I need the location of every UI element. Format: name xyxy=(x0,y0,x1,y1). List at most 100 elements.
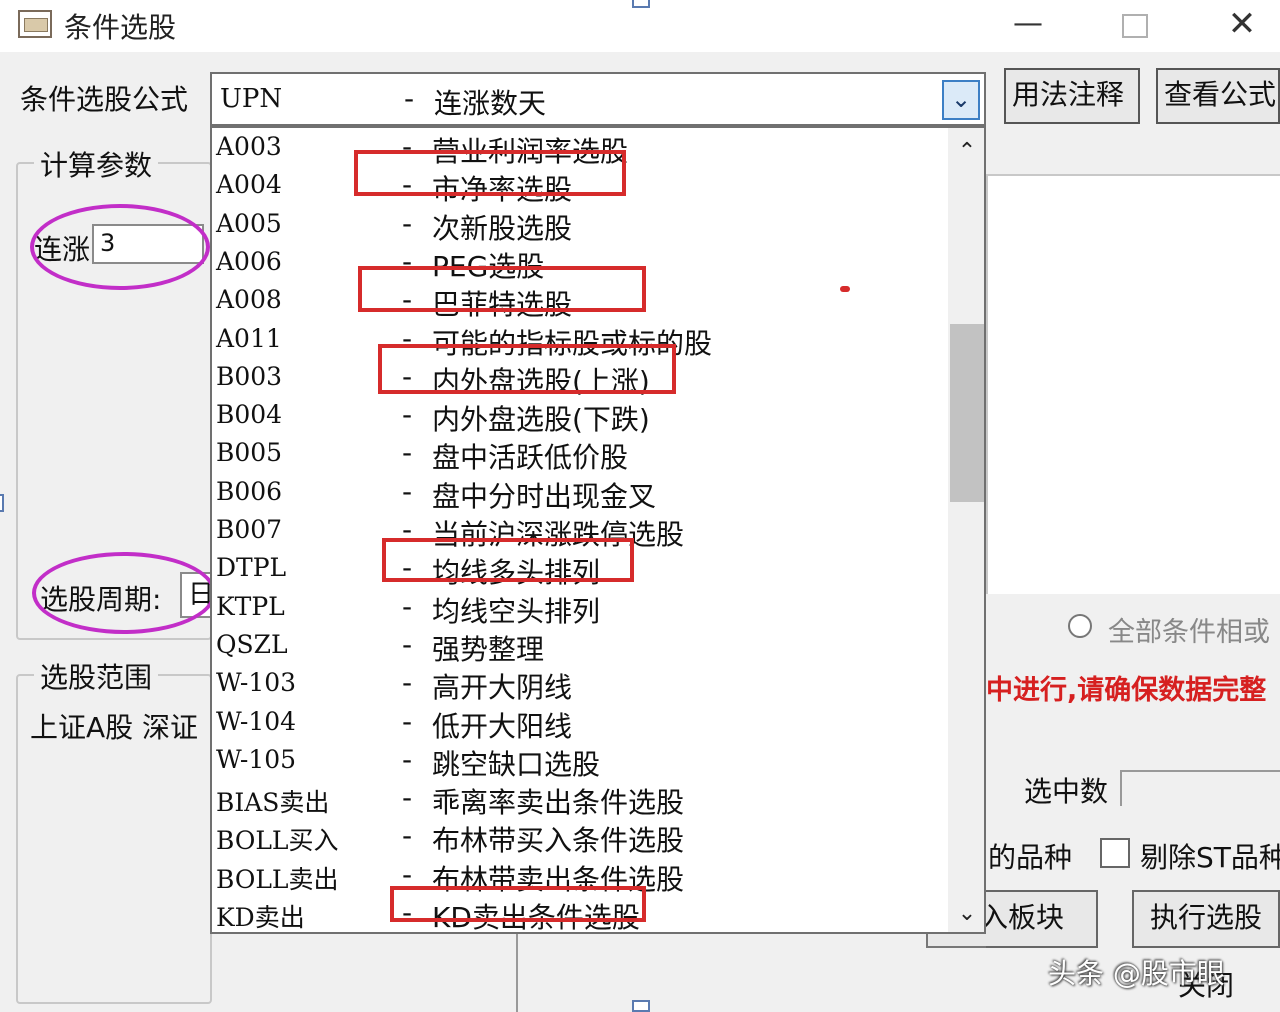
annotation-dot xyxy=(840,286,850,292)
formula-dropdown-list[interactable]: A003- 营业利润率选股 A004- 市净率选股 A005- 次新股选股 A006- PEG… xyxy=(210,126,986,934)
execute-screen-button[interactable]: 执行选股 xyxy=(1132,890,1280,948)
list-item-code: A005 xyxy=(216,208,282,238)
minimize-button[interactable]: — xyxy=(998,4,1058,44)
resize-handle-top[interactable] xyxy=(632,0,650,8)
list-item-code: W-105 xyxy=(216,744,297,774)
list-item[interactable]: W-105 - 跳空缺口选股 xyxy=(212,743,948,781)
list-item-dash: - xyxy=(402,627,413,661)
list-item-dash: - xyxy=(402,206,413,240)
list-item-code: BOLL卖出 xyxy=(216,864,339,894)
selected-count-label: 选中数 xyxy=(1024,775,1109,808)
list-item-code: A003 xyxy=(216,132,282,161)
list-scrollbar[interactable]: ⌃ ⌄ xyxy=(948,128,984,932)
any-condition-radio[interactable] xyxy=(1068,614,1092,638)
highlight-box-dtpl xyxy=(382,538,634,582)
list-item-code: B006 xyxy=(216,476,283,506)
list-item-code: BOLL买入 xyxy=(216,826,339,856)
list-item-code: A008 xyxy=(216,285,282,315)
list-item[interactable]: QSZL - 强势整理 xyxy=(212,628,948,666)
list-item-code: QSZL xyxy=(216,629,288,659)
chevron-down-icon[interactable]: ⌄ xyxy=(948,894,984,932)
range-title: 选股范围 xyxy=(34,656,159,696)
list-item[interactable]: B004 - 内外盘选股(下跌) xyxy=(212,398,948,436)
close-window-button[interactable]: ✕ xyxy=(1212,4,1272,44)
list-item-code: W-104 xyxy=(216,706,297,736)
divider xyxy=(516,934,518,1012)
exclude-st-label: 剔除ST品种 xyxy=(1140,841,1280,874)
list-item-name: 跳空缺口选股 xyxy=(432,747,601,781)
list-item-name: 盘中活跃低价股 xyxy=(432,441,629,475)
formula-select[interactable]: UPN - 连涨数天 ⌄ xyxy=(210,72,986,126)
list-item-code: B007 xyxy=(216,515,283,544)
list-item-dash: - xyxy=(402,666,413,700)
list-item-dash: - xyxy=(402,474,413,508)
chevron-down-icon[interactable]: ⌄ xyxy=(942,80,980,120)
selected-formula-code: UPN xyxy=(220,84,283,114)
list-item-code: B005 xyxy=(216,438,283,468)
data-warning-text: 中进行,请确保数据完整 xyxy=(986,675,1267,706)
list-item-name: 布林带买入条件选股 xyxy=(432,824,685,858)
right-panel: 全部条件相或 中进行,请确保数据完整 选中数 的品种 剔除ST品种 入板块 执行… xyxy=(926,126,1280,1010)
list-item-code: A011 xyxy=(216,323,282,353)
list-item[interactable]: W-104 - 低开大阳线 xyxy=(212,705,948,743)
resize-handle-left[interactable] xyxy=(0,494,4,512)
list-item-dash: - xyxy=(402,589,413,623)
list-item-code: B004 xyxy=(216,400,283,430)
watermark: 头条 @股市眼 xyxy=(1048,957,1225,990)
list-item-name: 内外盘选股(下跌) xyxy=(432,403,650,437)
formula-label: 条件选股公式 xyxy=(20,83,189,116)
view-formula-button[interactable]: 查看公式 xyxy=(1156,68,1280,124)
chevron-up-icon[interactable]: ⌃ xyxy=(948,132,984,172)
list-item[interactable]: B006 - 盘中分时出现金叉 xyxy=(212,475,948,513)
window-title: 条件选股 xyxy=(64,11,177,44)
list-item-name: 均线空头排列 xyxy=(432,594,601,628)
list-item-name: 高开大阴线 xyxy=(432,671,573,705)
list-item-name: 乖离率卖出条件选股 xyxy=(432,786,685,820)
list-item-dash: - xyxy=(402,742,413,776)
list-item-dash: - xyxy=(402,398,413,432)
highlight-box-a004 xyxy=(354,150,626,196)
list-item[interactable]: KTPL - 均线空头排列 xyxy=(212,590,948,628)
list-item[interactable]: W-103 - 高开大阴线 xyxy=(212,666,948,704)
range-markets[interactable]: 上证A股 深证 xyxy=(30,706,210,746)
list-item-code: DTPL xyxy=(216,553,287,583)
list-item-name: 低开大阳线 xyxy=(432,709,573,743)
list-item-code: BIAS卖出 xyxy=(216,788,330,818)
list-item[interactable]: BIAS卖出 - 乖离率卖出条件选股 xyxy=(212,781,948,819)
any-condition-label: 全部条件相或 xyxy=(1108,617,1270,648)
highlight-box-kd xyxy=(390,886,646,922)
selected-count-field xyxy=(1120,770,1280,806)
list-item-dash: - xyxy=(402,436,413,470)
scrollbar-thumb[interactable] xyxy=(950,324,984,502)
resize-handle-bottom[interactable] xyxy=(632,1000,650,1012)
list-item-dash: - xyxy=(402,781,413,815)
list-item-code: A006 xyxy=(216,246,282,276)
list-item-code: W-103 xyxy=(216,668,297,698)
list-item-name: 次新股选股 xyxy=(432,211,573,245)
highlight-box-b003 xyxy=(378,344,676,394)
divider xyxy=(926,934,986,948)
list-item[interactable]: A005 - 次新股选股 xyxy=(212,207,948,245)
list-item-code: KD卖出 xyxy=(216,903,305,932)
list-item-dash: - xyxy=(402,704,413,738)
list-item[interactable]: BOLL买入 - 布林带买入条件选股 xyxy=(212,819,948,857)
selected-formula-dash: - xyxy=(404,82,415,115)
calc-params-title: 计算参数 xyxy=(34,144,159,184)
highlight-box-a008 xyxy=(358,266,646,312)
selected-formula-name: 连涨数天 xyxy=(434,87,547,120)
list-item-name: 强势整理 xyxy=(432,632,545,666)
highlight-ellipse-param xyxy=(30,204,210,290)
list-item-code: KTPL xyxy=(216,591,285,621)
stock-screener-window: 条件选股 — ✕ 条件选股公式 UPN - 连涨数天 ⌄ 用法注释 查看公式 计… xyxy=(0,0,1280,1012)
list-item-code: B003 xyxy=(216,361,283,391)
maximize-button[interactable] xyxy=(1104,4,1164,44)
list-item[interactable]: B005 - 盘中活跃低价股 xyxy=(212,436,948,474)
usage-notes-button[interactable]: 用法注释 xyxy=(1004,68,1140,124)
exclude-st-checkbox[interactable] xyxy=(1100,838,1130,868)
app-icon xyxy=(18,10,52,38)
conditions-area xyxy=(986,174,1280,594)
variety-label: 的品种 xyxy=(988,841,1073,874)
highlight-ellipse-period xyxy=(32,552,216,634)
list-item-name: 盘中分时出现金叉 xyxy=(432,479,657,513)
list-item-code: A004 xyxy=(216,170,282,200)
